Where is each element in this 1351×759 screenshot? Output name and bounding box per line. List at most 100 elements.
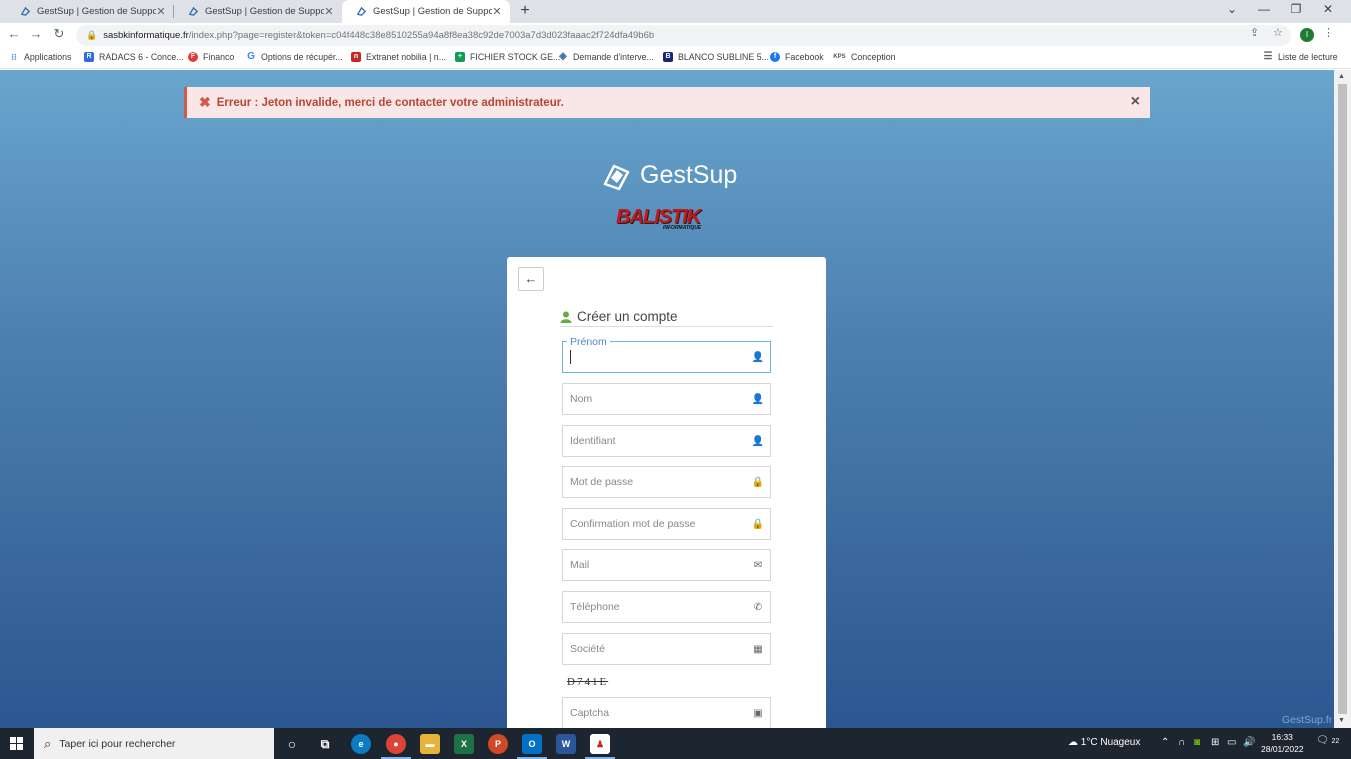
powerpoint-icon[interactable]: P [488,734,508,754]
tab-close-icon[interactable]: ✕ [324,5,334,18]
bookmark-star-icon[interactable]: ☆ [1273,26,1283,39]
minimize-button[interactable]: — [1254,2,1274,16]
tab-title: GestSup | Gestion de Support [205,6,324,17]
tray-apps-icon[interactable]: ⊞ [1211,737,1219,748]
tray-chevron-icon[interactable]: ⌃ [1161,737,1169,748]
company-field[interactable]: Société ▦ [562,633,771,665]
browser-tab[interactable]: GestSup | Gestion de Support ✕ [174,0,342,23]
edge-icon[interactable]: e [351,734,371,754]
reading-list[interactable]: ☰ Liste de lecture [1263,51,1338,63]
register-card: ← Créer un compte 👤 Prénom Nom 👤 Identif… [507,257,826,728]
tray-headset-icon[interactable]: ∩ [1178,737,1185,748]
tray-nvidia-icon[interactable]: ◙ [1194,737,1200,748]
profile-avatar[interactable]: I [1300,28,1314,42]
scroll-down-icon[interactable]: ▼ [1338,717,1345,724]
cortana-icon[interactable]: ○ [282,734,302,754]
bookmark-item[interactable]: n Extranet nobilia | n... [351,52,446,62]
forward-button[interactable]: → [28,26,44,41]
lock-icon[interactable]: 🔒 [86,30,97,41]
share-icon[interactable]: ⇪ [1250,26,1259,39]
address-bar[interactable]: 🔒 sasbkinformatique.fr/index.php?page=re… [76,25,1291,46]
bookmark-item[interactable]: R RADACS 6 - Conce... [84,52,184,62]
login-field[interactable]: Identifiant 👤 [562,425,771,457]
bookmark-label: Demande d'interve... [573,52,654,62]
restore-button[interactable]: ❐ [1286,2,1306,16]
back-arrow-button[interactable]: ← [518,267,544,291]
browser-tab-strip: GestSup | Gestion de Support ✕ GestSup |… [0,0,1351,23]
user-icon: 👤 [751,393,765,405]
support-app-icon[interactable]: ♟ [590,734,610,754]
taskbar-search[interactable]: ⌕ Taper ici pour rechercher [34,728,274,759]
scroll-up-icon[interactable]: ▲ [1338,73,1345,80]
password-field[interactable]: Mot de passe 🔒 [562,466,771,498]
error-message: Erreur : Jeton invalide, merci de contac… [216,96,564,109]
alert-close-button[interactable]: × [1131,93,1140,111]
company-placeholder: Société [570,643,606,655]
image-icon: ▣ [753,707,763,719]
browser-tab[interactable]: GestSup | Gestion de Support ✕ [6,0,174,23]
taskbar-clock[interactable]: 16:33 28/01/2022 [1261,731,1304,755]
bookmark-item[interactable]: + FICHIER STOCK GE... [455,52,560,62]
windows-taskbar: ⌕ Taper ici pour rechercher ○ ⧉ e ● ▬ X … [0,728,1351,759]
close-window-button[interactable]: ✕ [1318,2,1338,16]
bookmark-item[interactable]: ◈ Demande d'interve... [558,52,654,63]
phone-field[interactable]: Téléphone ✆ [562,591,771,623]
lock-icon: 🔒 [751,476,765,488]
new-tab-button[interactable]: + [516,2,534,20]
mail-placeholder: Mail [570,559,590,571]
scroll-thumb[interactable] [1338,84,1347,714]
bookmark-item[interactable]: KPS Conception [833,52,895,62]
windows-start-icon[interactable] [10,737,23,750]
captcha-field[interactable]: Captcha ▣ [562,697,771,728]
excel-icon[interactable]: X [454,734,474,754]
bookmark-item[interactable]: F Financo [188,52,234,62]
tab-close-icon[interactable]: ✕ [156,5,166,18]
mail-field[interactable]: Mail ✉ [562,549,771,581]
sheets-icon: + [455,52,465,62]
error-alert: ✖ Erreur : Jeton invalide, merci de cont… [184,87,1150,118]
gestsup-logo-icon [603,164,630,191]
bookmark-item[interactable]: ⁝⁝ Applications [9,52,71,62]
bookmark-label: Extranet nobilia | n... [366,52,447,62]
apps-grid-icon: ⁝⁝ [11,52,17,62]
notification-count: 22 [1331,738,1340,745]
password-placeholder: Mot de passe [570,476,634,488]
outlook-icon[interactable]: O [522,734,542,754]
gestsup-favicon-icon [20,6,31,16]
user-icon [560,311,572,323]
text-caret [570,350,571,364]
building-icon: ▦ [753,643,763,655]
reload-button[interactable]: ↻ [51,26,67,42]
cloud-icon: ☁ [1068,737,1078,748]
tab-close-icon[interactable]: ✕ [492,5,502,18]
chrome-icon[interactable]: ● [386,734,406,754]
page-scrollbar[interactable]: ▲ ▼ [1334,70,1351,728]
task-view-icon[interactable]: ⧉ [315,734,335,754]
bookmark-item[interactable]: G Options de récupér... [246,52,343,63]
gestsup-favicon-icon [188,6,199,16]
user-icon: 👤 [751,351,765,363]
browser-toolbar: ← → ↻ 🔒 sasbkinformatique.fr/index.php?p… [0,23,1351,48]
bookmark-item[interactable]: B BLANCO SUBLINE 5... [663,52,769,62]
weather-widget[interactable]: ☁ 1°C Nuageux [1068,737,1140,748]
tray-network-icon[interactable]: ▭ [1227,737,1236,748]
lastname-field[interactable]: Nom 👤 [562,383,771,415]
word-icon[interactable]: W [556,734,576,754]
error-x-icon: ✖ [199,94,211,110]
browser-tab-active[interactable]: GestSup | Gestion de Support ✕ [342,0,510,23]
gestsup-footer-link[interactable]: GestSup.fr [1282,714,1332,726]
form-heading: Créer un compte [560,307,773,327]
bookmark-item[interactable]: f Facebook [770,52,824,62]
notification-center[interactable]: 🗨 22 [1316,735,1339,746]
facebook-icon: f [770,52,780,62]
back-button[interactable]: ← [6,26,22,41]
reading-list-icon: ☰ [1263,51,1273,62]
tray-volume-icon[interactable]: 🔊 [1243,737,1255,748]
tab-search-chevron-icon[interactable]: ⌄ [1222,2,1242,16]
password-confirm-field[interactable]: Confirmation mot de passe 🔒 [562,508,771,540]
file-explorer-icon[interactable]: ▬ [420,734,440,754]
menu-kebab-icon[interactable]: ⋮ [1323,26,1334,39]
reading-list-label: Liste de lecture [1278,52,1338,62]
brand-name: GestSup [640,160,738,189]
bookmark-label: BLANCO SUBLINE 5... [678,52,769,62]
